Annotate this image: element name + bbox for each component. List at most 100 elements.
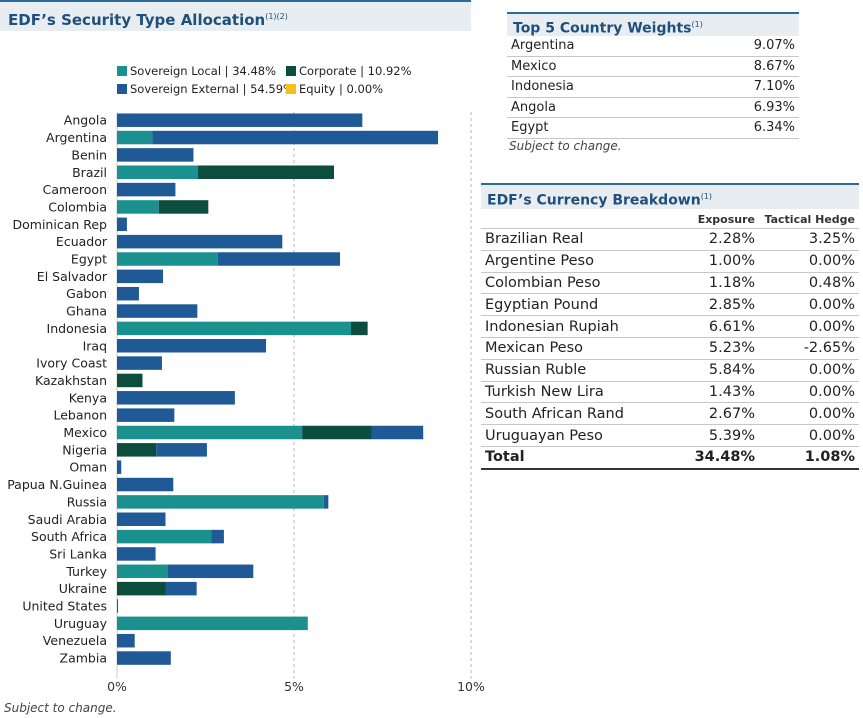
bar-segment [117, 200, 159, 214]
exposure-cell: 2.28% [671, 228, 759, 251]
category-label: Ivory Coast [36, 356, 107, 371]
category-label: Iraq [83, 338, 107, 353]
security-allocation-title-text: EDF’s Security Type Allocation [8, 11, 266, 29]
legend-label: Corporate | 10.92% [299, 64, 412, 78]
table-row: Turkish New Lira 1.43% 0.00% [481, 381, 859, 404]
table-row: Indonesian Rupiah 6.61% 0.00% [481, 315, 859, 338]
bar-segment [371, 425, 424, 440]
hedge-cell: -2.65% [759, 337, 859, 360]
allocation-bar-chart: 0% 5% 10% Angola Argentina Benin Brazil Cameroo… [7, 112, 485, 694]
category-label: Venezuela [43, 633, 107, 648]
bar-segment [117, 495, 324, 509]
bar-segment [117, 286, 139, 301]
bar-segment [117, 182, 176, 197]
table-row: Egypt 6.34% [507, 117, 799, 139]
top5-note: Subject to change. [509, 139, 622, 153]
security-allocation-title: EDF’s Security Type Allocation(1)(2) [0, 0, 471, 31]
total-hedge: 1.08% [759, 446, 859, 470]
category-label: Indonesia [47, 321, 107, 336]
hedge-cell: 0.00% [759, 315, 859, 338]
hedge-cell: 0.00% [759, 250, 859, 273]
top5-title-sup: (1) [691, 20, 703, 29]
country-cell: Egypt [507, 117, 680, 139]
exposure-cell: 5.84% [671, 359, 759, 382]
category-label: Lebanon [53, 408, 107, 423]
bar-segment [117, 391, 235, 405]
exposure-cell: 2.85% [671, 293, 759, 317]
category-label: Kazakhstan [35, 373, 107, 388]
hedge-cell: 0.00% [759, 381, 859, 404]
legend-item-corporate: Corporate | 10.92% [286, 64, 412, 78]
currency-title-text: EDF’s Currency Breakdown [487, 192, 701, 209]
hedge-cell: 0.00% [759, 424, 859, 447]
category-label: Zambia [60, 651, 107, 666]
currency-name: Indonesian Rupiah [481, 315, 671, 338]
category-label: Saudi Arabia [28, 512, 107, 527]
bar-segment [117, 425, 303, 440]
hedge-cell: 0.00% [759, 402, 859, 426]
top5-table: Argentina 9.07% Mexico 8.67% Indonesia 7.10… [507, 36, 799, 139]
bar-segment [117, 148, 194, 162]
bar-segment [117, 339, 267, 353]
legend-item-sovereign-external: Sovereign External | 54.59% [117, 82, 294, 96]
bar-segment [302, 425, 372, 440]
table-row: Colombian Peso 1.18% 0.48% [481, 272, 859, 295]
bar-segment [117, 581, 166, 596]
table-row: Brazilian Real 2.28% 3.25% [481, 228, 859, 251]
currency-name: South African Rand [481, 402, 671, 426]
top5-title-text: Top 5 Country Weights [513, 20, 692, 37]
weight-cell: 6.93% [679, 97, 799, 118]
category-label: Sri Lanka [49, 546, 107, 561]
exposure-cell: 2.67% [671, 402, 759, 426]
bar-segment [117, 373, 143, 388]
category-label: Benin [71, 147, 107, 162]
currency-table: Exposure Tactical Hedge Brazilian Real 2.… [481, 210, 859, 470]
legend-item-equity: Equity | 0.00% [286, 82, 383, 96]
country-cell: Argentina [507, 36, 680, 57]
currency-name: Turkish New Lira [481, 381, 671, 404]
legend-swatch [286, 84, 296, 94]
top5-title: Top 5 Country Weights(1) [507, 12, 799, 37]
x-tick-label: 10% [457, 679, 485, 694]
bar-segment [158, 200, 209, 214]
bar-segment [117, 651, 171, 665]
x-tick-label: 0% [107, 679, 127, 694]
bar-segment [117, 529, 212, 544]
bar-segment [117, 633, 135, 648]
currency-name: Colombian Peso [481, 272, 671, 295]
exposure-cell: 1.18% [671, 272, 759, 295]
bar-segment [117, 269, 164, 284]
bar-segment [117, 234, 283, 249]
security-allocation-title-sup: (1)(2) [265, 12, 288, 21]
bar-segment [211, 529, 224, 544]
bar-segment [117, 599, 119, 613]
category-label: Egypt [71, 252, 107, 267]
bar-segment [117, 165, 198, 179]
category-label: Papua N.Guinea [7, 477, 107, 492]
category-label: El Salvador [37, 269, 108, 284]
bar-segment [197, 165, 335, 179]
bar-segment [156, 443, 207, 457]
bar-segment [117, 477, 174, 492]
currency-name: Egyptian Pound [481, 293, 671, 317]
bar-segment [117, 547, 156, 561]
category-label: Angola [64, 113, 107, 128]
exposure-cell: 5.39% [671, 424, 759, 447]
bar-segment [117, 217, 127, 232]
exposure-cell: 5.23% [671, 337, 759, 360]
category-label: Turkey [65, 564, 107, 579]
table-row: South African Rand 2.67% 0.00% [481, 402, 859, 426]
legend-item-sovereign-local: Sovereign Local | 34.48% [117, 64, 276, 78]
hedge-cell: 0.00% [759, 293, 859, 317]
hedge-cell: 0.48% [759, 272, 859, 295]
legend-swatch [117, 84, 127, 94]
table-row: Russian Ruble 5.84% 0.00% [481, 359, 859, 382]
total-exposure: 34.48% [671, 446, 759, 470]
category-label: Brazil [72, 165, 107, 180]
weight-cell: 7.10% [679, 76, 799, 98]
bar-segment [152, 130, 439, 145]
currency-title: EDF’s Currency Breakdown(1) [481, 183, 859, 209]
header-blank [481, 210, 671, 229]
table-header-row: Exposure Tactical Hedge [481, 210, 859, 229]
category-label: Mexico [63, 425, 107, 440]
